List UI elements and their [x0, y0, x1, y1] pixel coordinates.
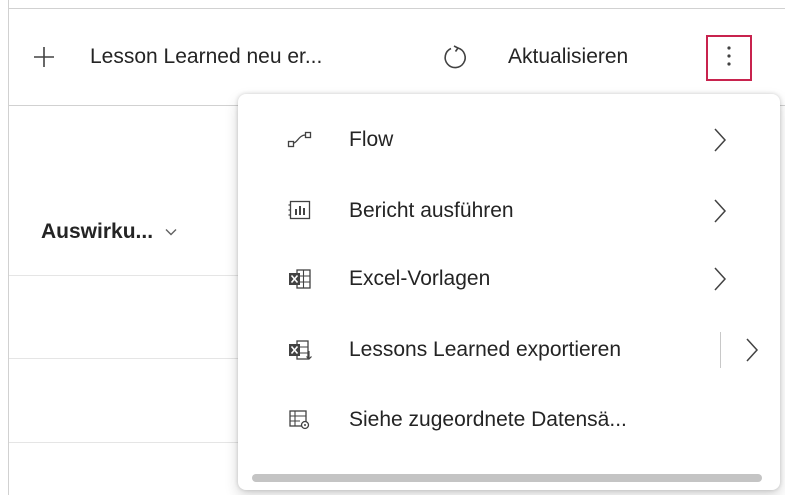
split-divider [720, 332, 721, 368]
horizontal-scrollbar[interactable] [252, 474, 762, 482]
menu-item-label: Lessons Learned exportieren [349, 338, 622, 361]
grid-row-divider [9, 358, 249, 359]
refresh-icon [440, 44, 470, 70]
chevron-right-icon[interactable] [742, 335, 762, 365]
plus-icon [26, 45, 62, 69]
menu-item-related-records[interactable]: Siehe zugeordnete Datensä... [238, 386, 780, 454]
menu-item-label: Bericht ausführen [349, 199, 514, 222]
column-header-label: Auswirku... [41, 220, 154, 243]
menu-item-label: Excel-Vorlagen [349, 267, 491, 290]
more-commands-button[interactable] [706, 35, 752, 81]
menu-item-label: Siehe zugeordnete Datensä... [349, 408, 627, 431]
menu-item-label: Flow [349, 128, 394, 151]
command-bar: Lesson Learned neu er... Aktualisieren [8, 8, 785, 106]
grid-row-divider [9, 275, 249, 276]
column-header-auswirkung[interactable]: Auswirku... [41, 220, 177, 244]
chevron-down-icon [165, 228, 177, 236]
excel-templates-icon [286, 265, 314, 293]
report-icon [286, 197, 314, 225]
refresh-label: Aktualisieren [508, 45, 629, 68]
menu-item-run-report[interactable]: Bericht ausführen [238, 177, 780, 245]
related-records-icon [286, 406, 314, 434]
chevron-right-icon [710, 125, 730, 155]
chevron-right-icon [710, 264, 730, 294]
grid-row-divider [9, 442, 249, 443]
more-vertical-icon [726, 45, 732, 72]
flow-icon [286, 126, 314, 154]
chevron-right-icon [710, 196, 730, 226]
overflow-menu: Flow Bericht ausführen Excel-Vorlagen Le… [238, 94, 780, 490]
new-lesson-learned-button[interactable]: Lesson Learned neu er... [26, 37, 322, 77]
menu-item-export-lessons-learned[interactable]: Lessons Learned exportieren [238, 316, 780, 384]
menu-item-flow[interactable]: Flow [238, 106, 780, 174]
refresh-button[interactable]: Aktualisieren [440, 37, 628, 77]
new-lesson-learned-label: Lesson Learned neu er... [90, 45, 323, 68]
menu-item-excel-templates[interactable]: Excel-Vorlagen [238, 245, 780, 313]
excel-export-icon [286, 336, 314, 364]
